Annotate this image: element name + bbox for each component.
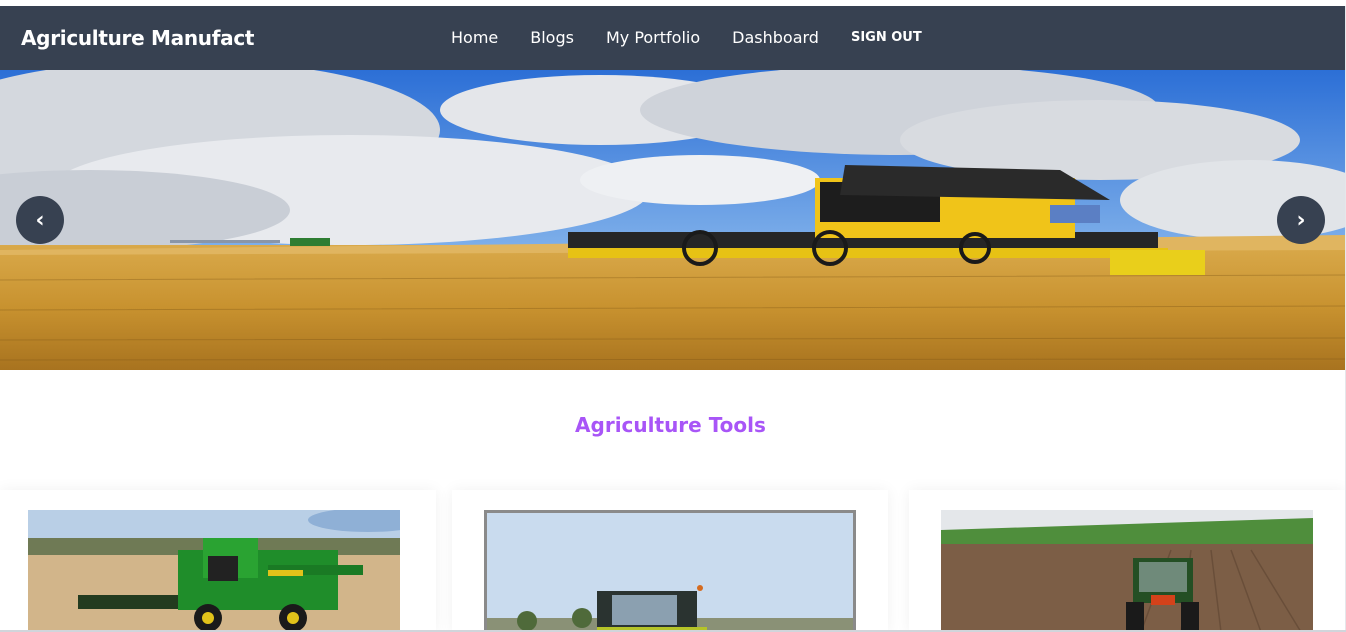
tool-card-image	[28, 510, 400, 632]
carousel-prev-button[interactable]: ‹	[16, 196, 64, 244]
tool-card[interactable]	[0, 490, 436, 632]
combine-harvester-field-image	[0, 70, 1345, 370]
section-title: Agriculture Tools	[575, 413, 766, 437]
tool-card-image	[484, 510, 856, 632]
chevron-left-icon: ‹	[35, 207, 45, 233]
hero-carousel: ‹ ›	[0, 70, 1345, 370]
navbar: Agriculture Manufact Home Blogs My Portf…	[0, 6, 1345, 70]
nav-links: Home Blogs My Portfolio Dashboard SIGN O…	[451, 28, 954, 47]
sign-out-button[interactable]: SIGN OUT	[851, 30, 922, 47]
chevron-right-icon: ›	[1296, 207, 1306, 233]
carousel-next-button[interactable]: ›	[1277, 196, 1325, 244]
nav-link-dashboard[interactable]: Dashboard	[732, 28, 819, 47]
tool-card[interactable]	[452, 490, 888, 632]
nav-link-my-portfolio[interactable]: My Portfolio	[606, 28, 700, 47]
brand-logo-text[interactable]: Agriculture Manufact	[21, 26, 254, 50]
tool-card[interactable]	[909, 490, 1345, 632]
tool-card-image	[941, 510, 1313, 632]
nav-link-home[interactable]: Home	[451, 28, 498, 47]
nav-link-blogs[interactable]: Blogs	[530, 28, 574, 47]
